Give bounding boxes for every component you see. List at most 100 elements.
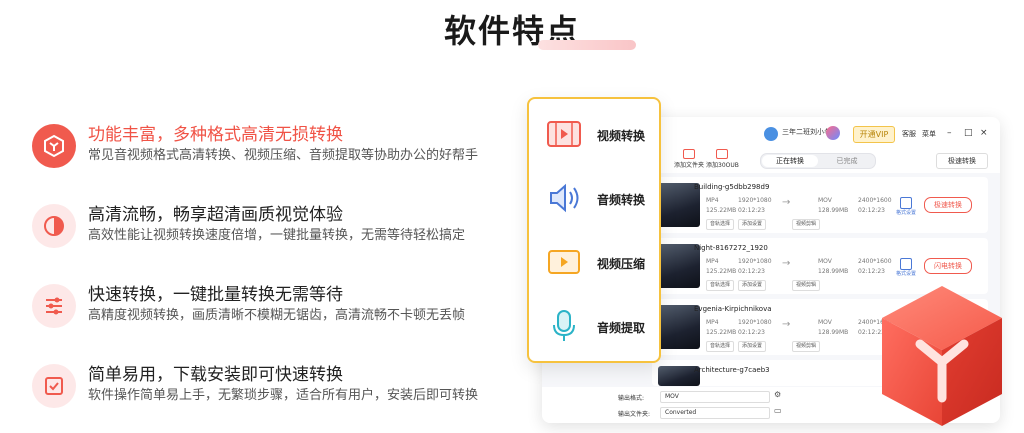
card-item-label: 音频提取: [597, 321, 646, 335]
src-time: 02:12:23: [738, 329, 765, 336]
arrow-icon: →: [782, 258, 791, 269]
speaker-icon: [550, 183, 579, 213]
file-name: Architecture-g7caeb3: [694, 366, 770, 374]
format-settings-label: 格式设置: [896, 210, 917, 216]
dst-format: MOV: [818, 319, 832, 326]
feature-title: 简单易用，下载安装即可快速转换: [88, 365, 343, 385]
arrow-icon: →: [782, 197, 791, 208]
audio-track-button[interactable]: 音轨选择: [706, 341, 735, 352]
src-time: 02:12:23: [738, 207, 765, 214]
feature-item: 快速转换，一键批量转换无需等待 高精度视频转换，画质清晰不模糊无锯齿，高清流畅不…: [32, 280, 512, 340]
src-res: 1920*1080: [738, 319, 772, 326]
audio-track-button[interactable]: 音轨选择: [706, 280, 735, 291]
src-res: 1920*1080: [738, 258, 772, 265]
feature-item: 简单易用，下载安装即可快速转换 软件操作简单易上手，无繁琐步骤，适合所有用户，安…: [32, 360, 512, 420]
format-settings-icon[interactable]: [900, 258, 912, 270]
feature-desc: 软件操作简单易上手，无繁琐步骤，适合所有用户，安装后即可转换: [88, 388, 479, 403]
card-item-audio-convert[interactable]: 音频转换: [529, 169, 659, 227]
video-edit-button[interactable]: 视频剪辑: [792, 219, 821, 230]
output-folder-select[interactable]: Converted: [660, 407, 770, 419]
cube-logo-icon: [882, 286, 1002, 426]
add-setting-button[interactable]: 添加设置: [738, 280, 767, 291]
format-settings-icon[interactable]: [900, 197, 912, 209]
user-name: 三年二班刘小冬: [782, 128, 831, 136]
dst-size: 128.99MB: [818, 268, 849, 275]
dst-res: 2400*1600: [858, 258, 892, 265]
video-film-icon: [547, 121, 581, 147]
feature-desc: 高效性能让视频转换速度倍增，一键批量转换，无需等待轻松搞定: [88, 228, 466, 243]
feature-desc: 高精度视频转换，画质清晰不模糊无锯齿，高清流畅不卡顿无丢帧: [88, 308, 466, 323]
vip-button[interactable]: 开通VIP: [853, 126, 895, 143]
src-format: MP4: [706, 319, 719, 326]
add-folder-button[interactable]: 添加文件夹: [674, 149, 704, 169]
add-file-button[interactable]: 添加30OUB: [706, 149, 739, 169]
video-edit-button[interactable]: 视频剪辑: [792, 280, 821, 291]
dst-size: 128.99MB: [818, 207, 849, 214]
sliders-icon: [32, 284, 76, 328]
contrast-icon: [32, 204, 76, 248]
convert-button[interactable]: 闪电转换: [924, 258, 972, 274]
file-name: Evgenia-Kirpichnikova: [694, 305, 772, 313]
src-res: 1920*1080: [738, 197, 772, 204]
check-icon: [32, 364, 76, 408]
badge-icon: [826, 126, 840, 140]
close-icon[interactable]: ×: [980, 128, 988, 138]
folder-icon: [683, 149, 695, 159]
compress-icon: [548, 250, 580, 274]
src-time: 02:12:23: [738, 268, 765, 275]
card-item-audio-extract[interactable]: 音频提取: [529, 297, 659, 355]
feature-title: 功能丰富，多种格式高清无损转换: [88, 125, 343, 145]
tab-group: 正在转换 已完成: [760, 153, 876, 169]
avatar[interactable]: [764, 127, 778, 141]
dst-time: 02:12:23: [858, 268, 885, 275]
feature-title: 高清流畅，畅享超清画质视觉体验: [88, 205, 343, 225]
feature-title: 快速转换，一键批量转换无需等待: [88, 285, 343, 305]
gear-icon[interactable]: ⚙: [774, 390, 781, 399]
list-item: Building-g5dbb298d9 MP4 1920*1080 125.22…: [652, 177, 988, 233]
file-name: Building-g5dbb298d9: [694, 183, 770, 191]
output-folder-label: 输出文件夹:: [618, 411, 651, 418]
arrow-icon: →: [782, 319, 791, 330]
feature-card: 视频转换 音频转换 视频压缩 音频提取: [527, 97, 661, 363]
add-setting-button[interactable]: 添加设置: [738, 219, 767, 230]
card-item-video-compress[interactable]: 视频压缩: [529, 233, 659, 291]
output-format-select[interactable]: MOV: [660, 391, 770, 403]
tab-converting[interactable]: 正在转换: [762, 155, 818, 167]
dst-time: 02:12:23: [858, 207, 885, 214]
cube-icon: [32, 124, 76, 168]
card-item-label: 音频转换: [597, 193, 646, 207]
dst-res: 2400*1600: [858, 197, 892, 204]
output-format-label: 输出格式:: [618, 395, 645, 402]
service-link[interactable]: 客服: [902, 129, 916, 139]
format-settings-label: 格式设置: [896, 271, 917, 277]
src-size: 125.22MB: [706, 329, 737, 336]
maximize-icon[interactable]: □: [964, 128, 973, 138]
card-item-video-convert[interactable]: 视频转换: [529, 105, 659, 163]
microphone-icon: [553, 310, 575, 341]
folder-icon[interactable]: ▭: [774, 406, 782, 415]
feature-desc: 常见音视频格式高清转换、视频压缩、音频提取等协助办公的好帮手: [88, 148, 479, 163]
menu-link[interactable]: 菜单: [922, 129, 936, 139]
src-size: 125.22MB: [706, 268, 737, 275]
file-icon: [716, 149, 729, 159]
minimize-icon[interactable]: –: [947, 128, 952, 138]
speed-convert-button[interactable]: 极速转换: [936, 153, 988, 169]
add-setting-button[interactable]: 添加设置: [738, 341, 767, 352]
card-item-label: 视频转换: [597, 129, 646, 143]
tab-completed[interactable]: 已完成: [819, 155, 875, 167]
feature-item: 功能丰富，多种格式高清无损转换 常见音视频格式高清转换、视频压缩、音频提取等协助…: [32, 120, 512, 180]
dst-format: MOV: [818, 258, 832, 265]
src-format: MP4: [706, 258, 719, 265]
dst-size: 128.99MB: [818, 329, 849, 336]
src-format: MP4: [706, 197, 719, 204]
src-size: 125.22MB: [706, 207, 737, 214]
feature-item: 高清流畅，畅享超清画质视觉体验 高效性能让视频转换速度倍增，一键批量转换，无需等…: [32, 200, 512, 260]
dst-format: MOV: [818, 197, 832, 204]
card-item-label: 视频压缩: [597, 257, 646, 271]
convert-button[interactable]: 极速转换: [924, 197, 972, 213]
page-title: 软件特点: [443, 12, 580, 50]
title-underline: [538, 40, 636, 50]
video-edit-button[interactable]: 视频剪辑: [792, 341, 821, 352]
audio-track-button[interactable]: 音轨选择: [706, 219, 735, 230]
file-name: Night-8167272_1920: [694, 244, 768, 252]
